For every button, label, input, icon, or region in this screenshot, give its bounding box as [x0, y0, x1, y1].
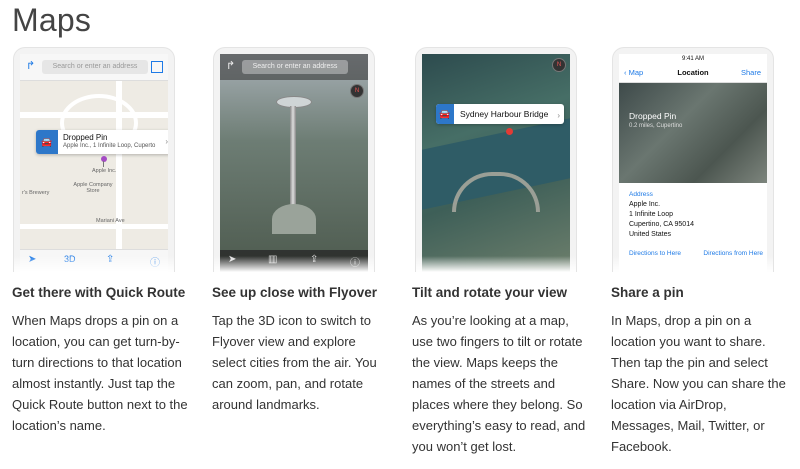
- feature-body: In Maps, drop a pin on a location you wa…: [611, 313, 786, 454]
- tilt-phone: 🚘 Sydney Harbour Bridge › N: [415, 47, 577, 272]
- feature-tilt: Tilt and rotate your view As you’re look…: [412, 285, 592, 457]
- feature-heading: Share a pin: [611, 285, 684, 300]
- callout-title: Dropped Pin: [63, 133, 108, 142]
- search-bar: ↱ Search or enter an address: [20, 54, 168, 81]
- directions-icon[interactable]: ↱: [226, 59, 236, 73]
- phone-fade: [14, 256, 174, 272]
- map-label: Apple Company Store: [73, 182, 113, 194]
- compass-icon[interactable]: N: [350, 84, 364, 98]
- map-label: Mariani Ave: [96, 218, 125, 224]
- quick-route-button[interactable]: 🚘: [36, 130, 58, 154]
- address-line: United States: [629, 231, 672, 238]
- directions-icon[interactable]: ↱: [26, 59, 36, 73]
- map-label: Apple Inc.: [92, 168, 117, 174]
- car-icon: 🚘: [439, 109, 451, 119]
- quick-route-screen: ↱ Search or enter an address 🚘 Dropped P…: [20, 54, 168, 272]
- search-input[interactable]: Search or enter an address: [242, 60, 348, 74]
- callout-title: Sydney Harbour Bridge: [460, 109, 549, 119]
- quick-route-button[interactable]: 🚘: [436, 104, 454, 124]
- dropped-pin-callout[interactable]: 🚘 Dropped Pin Apple Inc., 1 Infinite Loo…: [36, 130, 168, 154]
- callout-subtitle: Apple Inc., 1 Infinite Loop, Cuperto: [63, 143, 156, 149]
- flyover-phone: ↱ Search or enter an address N ➤ ▥ ⇪ ⓘ: [213, 47, 375, 272]
- sat-subtitle: 0.2 miles, Cupertino: [629, 123, 683, 129]
- feature-body: When Maps drops a pin on a location, you…: [12, 313, 188, 433]
- map-label: r's Brewery: [22, 190, 50, 196]
- phone-fade: [613, 256, 773, 272]
- feature-flyover: See up close with Flyover Tap the 3D ico…: [212, 285, 392, 415]
- pin-stem: [103, 161, 104, 167]
- bookmarks-icon[interactable]: [151, 61, 163, 73]
- share-button[interactable]: Share: [741, 68, 761, 77]
- compass-icon[interactable]: N: [552, 58, 566, 72]
- page-title: Maps: [12, 2, 92, 38]
- nav-bar: ‹ Map Location Share: [619, 64, 767, 83]
- feature-heading: Get there with Quick Route: [12, 285, 186, 300]
- address-line: 1 Infinite Loop: [629, 211, 673, 218]
- address-line: Apple Inc.: [629, 201, 661, 208]
- phone-fade: [214, 256, 374, 272]
- search-input[interactable]: Search or enter an address: [42, 60, 148, 74]
- quick-route-phone: ↱ Search or enter an address 🚘 Dropped P…: [13, 47, 175, 272]
- place-callout[interactable]: 🚘 Sydney Harbour Bridge ›: [436, 104, 564, 124]
- address-label: Address: [629, 191, 653, 198]
- map-road: [20, 224, 168, 229]
- address-line: Cupertino, CA 95014: [629, 221, 694, 228]
- share-screen: 9:41 AM ‹ Map Location Share Dropped Pin…: [619, 54, 767, 272]
- sat-title: Dropped Pin: [629, 111, 677, 121]
- dropped-pin-icon[interactable]: [101, 156, 107, 162]
- share-phone: 9:41 AM ‹ Map Location Share Dropped Pin…: [612, 47, 774, 272]
- feature-heading: See up close with Flyover: [212, 285, 378, 300]
- satellite-image: Dropped Pin 0.2 miles, Cupertino: [619, 83, 767, 183]
- chevron-right-icon[interactable]: ›: [165, 137, 168, 146]
- feature-share: Share a pin In Maps, drop a pin on a loc…: [611, 285, 791, 457]
- feature-quick-route: Get there with Quick Route When Maps dro…: [12, 285, 192, 436]
- search-bar: ↱ Search or enter an address: [220, 54, 368, 80]
- phone-fade: [416, 256, 576, 272]
- flyover-screen: ↱ Search or enter an address N ➤ ▥ ⇪ ⓘ: [220, 54, 368, 272]
- address-block: Address Apple Inc. 1 Infinite Loop Cuper…: [629, 190, 694, 240]
- car-icon: 🚘: [41, 137, 53, 147]
- feature-body: Tap the 3D icon to switch to Flyover vie…: [212, 313, 377, 412]
- chevron-right-icon[interactable]: ›: [557, 111, 560, 120]
- space-needle-base: [272, 204, 316, 234]
- status-bar: 9:41 AM: [681, 56, 704, 62]
- feature-body: As you’re looking at a map, use two fing…: [412, 313, 586, 454]
- tilt-screen: 🚘 Sydney Harbour Bridge › N: [422, 54, 570, 272]
- feature-heading: Tilt and rotate your view: [412, 285, 568, 300]
- red-pin-icon[interactable]: [506, 128, 513, 135]
